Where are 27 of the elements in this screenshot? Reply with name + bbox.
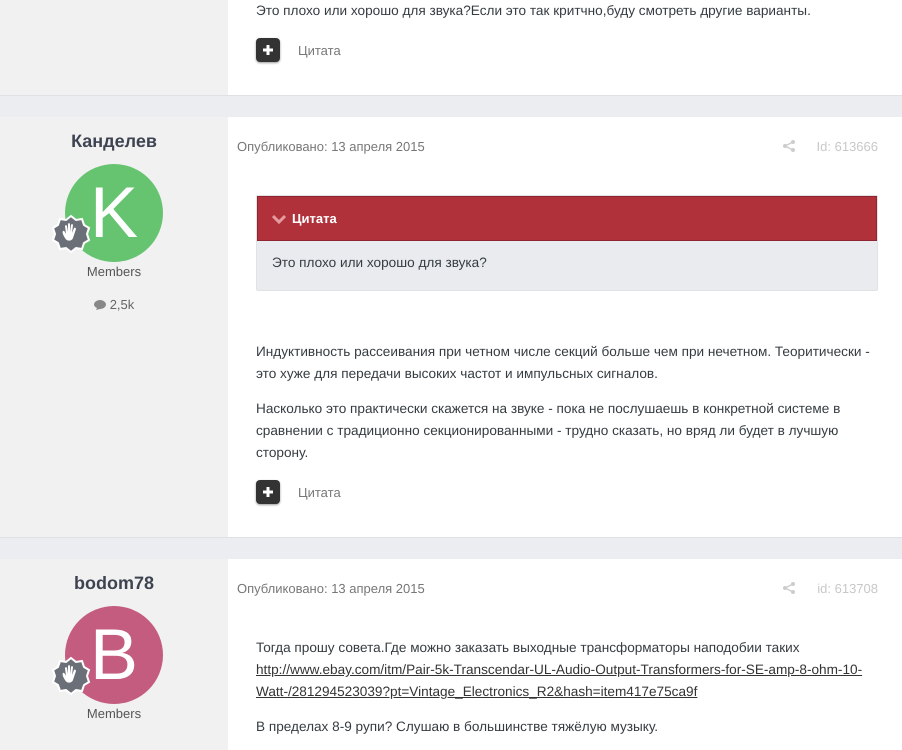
post-count: 2,5k: [110, 297, 134, 312]
quote-link[interactable]: Цитата: [298, 42, 341, 58]
multiquote-button[interactable]: [256, 38, 280, 62]
plus-icon: [262, 486, 274, 498]
chevron-down-icon: [272, 214, 286, 224]
author-name[interactable]: bodom78: [74, 573, 154, 594]
post-paragraph: Это плохо или хорошо для звука?Если это так критчно,буду смотреть другие варианты.: [256, 2, 812, 20]
post-paragraph: В пределах 8-9 рупи? Слушаю в большинстве тяжёлую музыку.: [256, 718, 660, 736]
post-paragraph: Насколько это практически скажется на звуке - пока не послушаешь в конкретной системе в сравнении с традиционно секционированными - трудно сказать, но вряд ли будет в лучшую сторону.: [256, 400, 842, 462]
post-date: Опубликовано: 13 апреля 2015: [237, 138, 425, 154]
member-group: Members: [86, 706, 142, 721]
quote-header[interactable]: Цитата: [257, 196, 877, 241]
post-paragraph: Индуктивность рассеивания при четном числе секций больше чем при нечетном. Теоритически - это хуже для передачи высоких частот и импульсных сигналов.: [256, 343, 871, 383]
multiquote-button[interactable]: [256, 480, 280, 504]
product-link[interactable]: http://www.ebay.com/itm/Pair-5k-Transcendar-UL-Audio-Output-Transformers-for-SE-amp-8-ohm-10-Watt-/281294523039?pt=Vintage_Electronics_R2&hash=item417e75ca9f: [256, 659, 878, 703]
quote-link[interactable]: Цитата: [298, 484, 341, 500]
rank-badge-icon: [51, 656, 91, 696]
post-date: Опубликовано: 13 апреля 2015: [237, 580, 425, 596]
avatar[interactable]: B: [65, 606, 163, 704]
member-group: Members: [86, 264, 142, 279]
comment-icon: [94, 300, 106, 310]
quote-body: Это плохо или хорошо для звука?: [257, 241, 877, 290]
author-name[interactable]: Канделев: [71, 131, 157, 152]
rank-badge-icon: [51, 214, 91, 254]
quote-title: Цитата: [292, 211, 337, 226]
plus-icon: [262, 44, 274, 56]
post-paragraph: Тогда прошу совета.Где можно заказать выходные трансформаторы наподобии таких: [256, 640, 800, 655]
